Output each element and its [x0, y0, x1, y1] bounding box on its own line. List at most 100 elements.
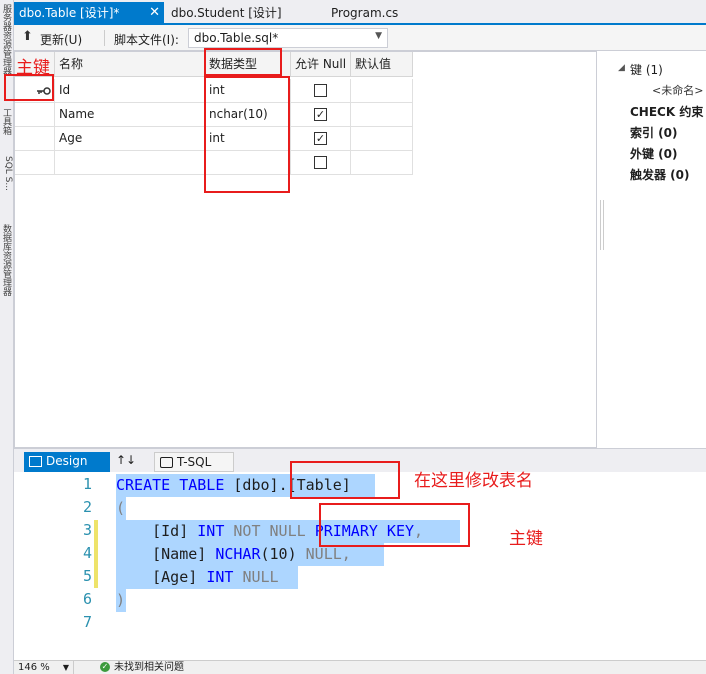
swap-panes-button[interactable]: ↑↓ [116, 453, 136, 467]
tab-dbo-student-design[interactable]: dbo.Student [设计] [166, 2, 316, 25]
line-number: 5 [82, 567, 92, 585]
column-header-allow-null[interactable]: 允许 Null [291, 52, 351, 77]
row-selector[interactable] [15, 127, 55, 151]
not-null-keyword: NOT NULL [233, 522, 306, 540]
type-length: (10) [260, 545, 297, 563]
tab-dbo-table-design[interactable]: dbo.Table [设计]* ✕ [14, 2, 164, 25]
annotation-primary-key: 主键 [16, 58, 50, 78]
chevron-down-icon[interactable]: ▼ [375, 31, 382, 41]
table-design-grid: 名称 数据类型 允许 Null 默认值 Id int Name nchar(10… [14, 51, 597, 448]
tsql-code-editor[interactable]: 1 2 3 4 5 6 7 CREATE TABLE [dbo].[Table]… [14, 472, 706, 660]
default-cell[interactable] [351, 127, 413, 151]
change-marker [94, 520, 98, 588]
toolbox-tab[interactable]: 工具箱 [1, 108, 13, 152]
script-file-label: 脚本文件(I): [114, 33, 179, 47]
document-tab-bar: dbo.Table [设计]* ✕ dbo.Student [设计] Progr… [14, 0, 706, 25]
column-name: [Name] [152, 545, 207, 563]
tab-tsql-label: T-SQL [177, 455, 212, 469]
allow-null-checkbox[interactable]: ✓ [314, 132, 327, 145]
allow-null-checkbox[interactable] [314, 84, 327, 97]
triggers-node[interactable]: 触发器 (0) [630, 166, 690, 183]
name-cell[interactable]: Name [55, 103, 205, 127]
code-line-6: ) [116, 589, 125, 612]
type-int: INT [197, 522, 225, 540]
default-cell[interactable] [351, 79, 413, 103]
annotation-primary-key-code: 主键 [509, 529, 543, 549]
issues-status[interactable]: 未找到相关问题 [114, 661, 184, 674]
tab-design[interactable]: Design [24, 452, 110, 472]
null-keyword: NULL, [305, 545, 351, 563]
dot-separator: . [278, 476, 288, 494]
column-header-name[interactable]: 名称 [55, 52, 205, 77]
check-constraints-node[interactable]: CHECK 约束 [630, 103, 703, 120]
code-line-4: [Name] NCHAR(10) NULL, [116, 543, 351, 566]
open-paren: ( [116, 499, 126, 517]
collapse-triangle-icon[interactable]: ◢ [618, 63, 625, 73]
column-age: [Age] [152, 568, 198, 586]
toolbar-divider [104, 30, 105, 46]
default-cell[interactable] [351, 103, 413, 127]
allow-null-checkbox[interactable]: ✓ [314, 108, 327, 121]
allow-null-checkbox[interactable] [314, 156, 327, 169]
keys-node[interactable]: 键 (1) [630, 61, 663, 78]
foreign-keys-node[interactable]: 外键 (0) [630, 145, 678, 162]
line-number: 2 [82, 498, 92, 516]
annotation-rename-table: 在这里修改表名 [414, 471, 533, 491]
annotation-box-type-column [204, 76, 290, 193]
panel-splitter-handle[interactable] [600, 200, 604, 250]
allow-null-cell [291, 151, 351, 175]
row-selector[interactable] [15, 151, 55, 175]
type-int: INT [206, 568, 234, 586]
default-cell[interactable] [351, 151, 413, 175]
data-explorer-tab[interactable]: 数据库资源管理器 [1, 224, 13, 314]
line-number: 7 [82, 613, 92, 631]
allow-null-cell: ✓ [291, 103, 351, 127]
script-file-value: dbo.Table.sql* [194, 31, 279, 45]
annotation-box-primary-key [319, 503, 470, 547]
designer-toolbar: ⬆ 更新(U) 脚本文件(I): dbo.Table.sql* ▼ [14, 25, 706, 51]
column-header-default[interactable]: 默认值 [351, 52, 413, 77]
tab-design-label: Design [46, 454, 88, 468]
update-button[interactable]: 更新(U) [40, 31, 82, 48]
unnamed-key-node[interactable]: <未命名> [652, 82, 703, 98]
zoom-select[interactable]: 146 % ▼ [16, 661, 74, 674]
line-number: 3 [82, 521, 92, 539]
allow-null-cell: ✓ [291, 127, 351, 151]
tab-label: Program.cs [331, 6, 399, 20]
line-number: 6 [82, 590, 92, 608]
sql-server-tab[interactable]: SQL S... [1, 156, 13, 198]
close-icon[interactable]: ✕ [149, 2, 160, 24]
zoom-value: 146 % [18, 662, 50, 673]
name-cell[interactable]: Id [55, 79, 205, 103]
status-bar: 146 % ▼ ✓ 未找到相关问题 [14, 660, 706, 674]
name-cell[interactable] [55, 151, 205, 175]
keyword-create-table: CREATE TABLE [116, 476, 225, 494]
code-line-5: [Age] INT NULL [116, 566, 279, 589]
type-nchar: NCHAR [215, 545, 261, 563]
tsql-icon [160, 457, 173, 468]
schema-identifier: [dbo] [233, 476, 279, 494]
check-circle-icon: ✓ [100, 662, 110, 672]
design-view-icon [29, 456, 42, 467]
tab-program-cs[interactable]: Program.cs [326, 2, 436, 25]
server-explorer-tab[interactable]: 服务器资源管理器 [1, 4, 13, 82]
left-tool-strip: 服务器资源管理器 工具箱 SQL S... 数据库资源管理器 [0, 0, 14, 674]
annotation-box-table-name [290, 461, 400, 499]
line-number: 4 [82, 544, 92, 562]
update-arrow-icon[interactable]: ⬆ [22, 30, 34, 44]
name-cell[interactable]: Age [55, 127, 205, 151]
tab-label: dbo.Table [设计]* [19, 6, 120, 20]
column-id: [Id] [152, 522, 189, 540]
tab-tsql[interactable]: T-SQL [154, 452, 234, 472]
annotation-box-type-header [204, 48, 282, 76]
row-selector[interactable] [15, 103, 55, 127]
code-line-2: ( [116, 497, 125, 520]
tab-label: dbo.Student [设计] [171, 6, 282, 20]
null-keyword: NULL [242, 568, 279, 586]
script-file-select[interactable]: dbo.Table.sql* ▼ [188, 28, 388, 48]
editor-gutter: 1 2 3 4 5 6 7 [14, 472, 102, 660]
table-properties-panel: ◢ 键 (1) <未命名> CHECK 约束 索引 (0) 外键 (0) 触发器… [612, 51, 706, 448]
indexes-node[interactable]: 索引 (0) [630, 124, 678, 141]
chevron-down-icon[interactable]: ▼ [63, 661, 69, 674]
annotation-box-key [4, 74, 54, 101]
